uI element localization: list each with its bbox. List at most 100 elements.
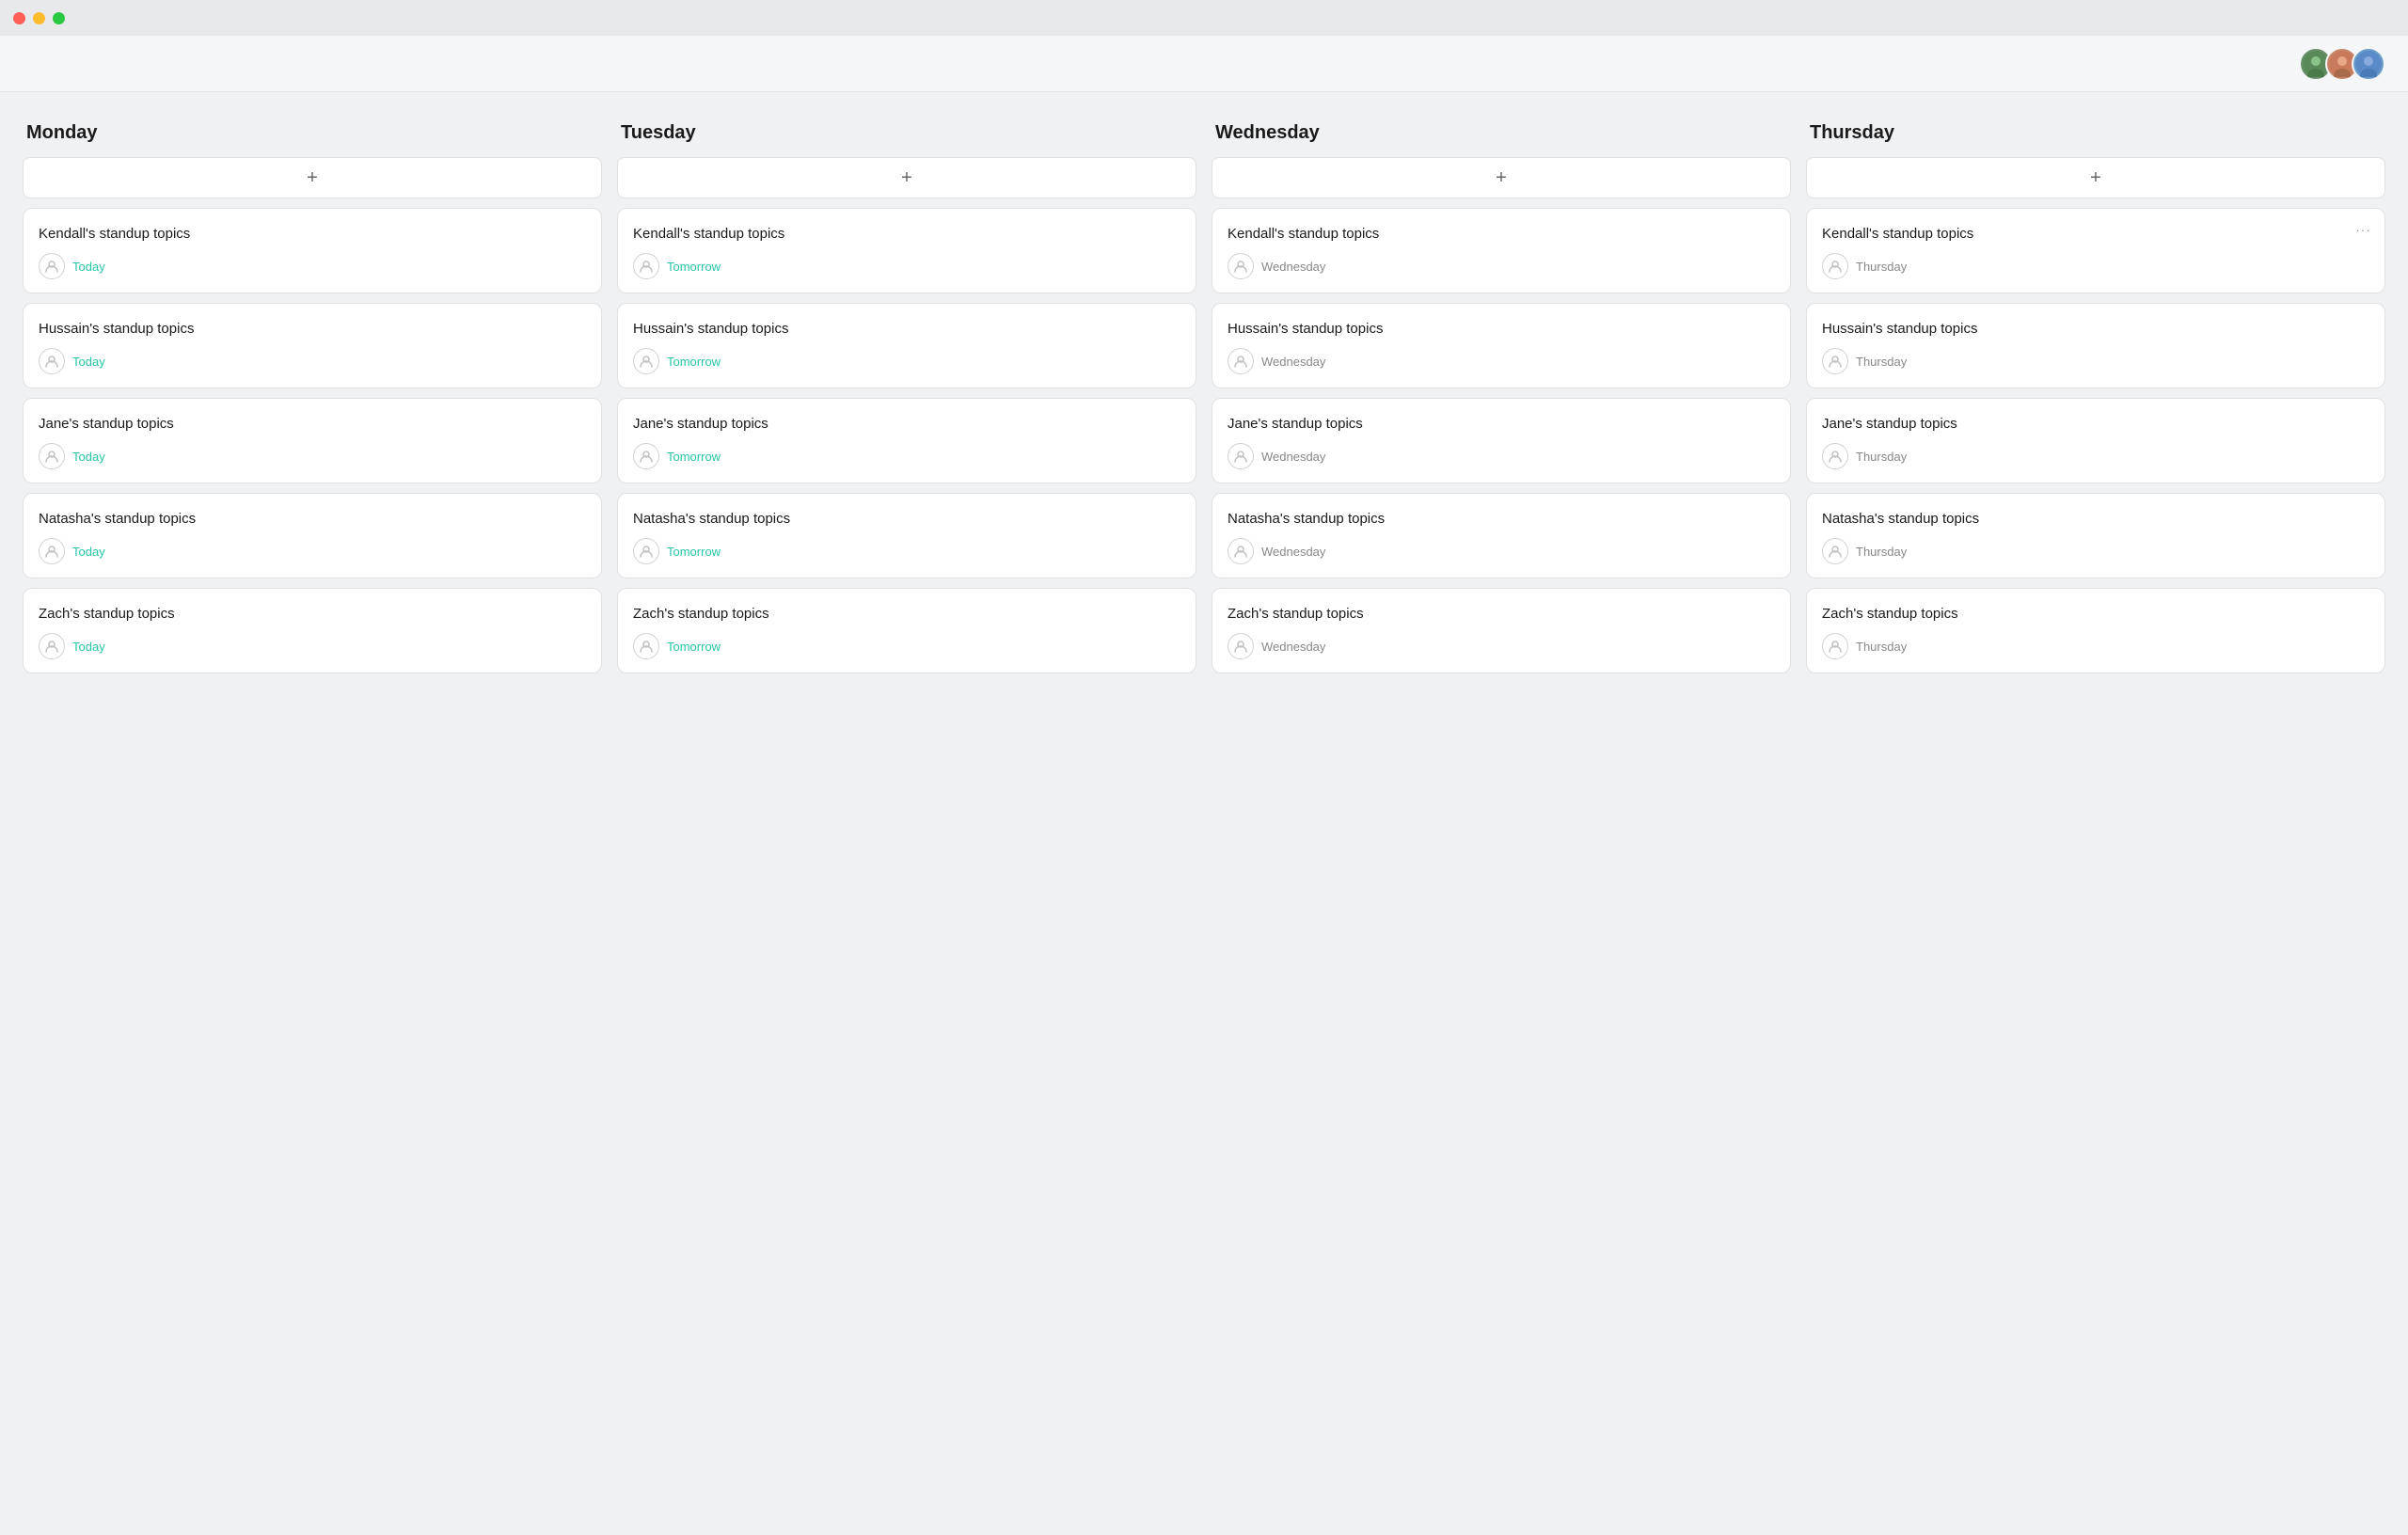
card-more-btn-kendall-thu[interactable]: ··· xyxy=(2355,222,2371,237)
card-zach-mon[interactable]: Zach's standup topics Today xyxy=(23,588,602,673)
card-meta-zach-tue: Tomorrow xyxy=(633,633,1180,659)
card-date-natasha-tue: Tomorrow xyxy=(667,545,721,559)
card-date-natasha-mon: Today xyxy=(72,545,105,559)
column-wednesday: Wednesday + Kendall's standup topics Wedne… xyxy=(1212,122,1791,673)
card-hussain-mon[interactable]: Hussain's standup topics Today xyxy=(23,303,602,388)
card-title-zach-wed: Zach's standup topics xyxy=(1228,606,1775,622)
card-avatar-icon-zach-tue xyxy=(633,633,659,659)
card-meta-hussain-wed: Wednesday xyxy=(1228,348,1775,374)
columns-container: Monday+Kendall's standup topics TodayHus… xyxy=(23,122,2385,673)
card-date-hussain-tue: Tomorrow xyxy=(667,355,721,369)
main-content: Monday+Kendall's standup topics TodayHus… xyxy=(0,92,2408,696)
card-jane-tue[interactable]: Jane's standup topics Tomorrow xyxy=(617,398,1196,483)
card-avatar-icon-natasha-wed xyxy=(1228,538,1254,564)
card-avatar-icon-jane-wed xyxy=(1228,443,1254,469)
card-date-kendall-tue: Tomorrow xyxy=(667,260,721,274)
card-title-zach-thu: Zach's standup topics xyxy=(1822,606,2369,622)
card-kendall-tue[interactable]: Kendall's standup topics Tomorrow xyxy=(617,208,1196,293)
card-hussain-thu[interactable]: Hussain's standup topics Thursday xyxy=(1806,303,2385,388)
title-bar xyxy=(0,0,2408,36)
avatar-3 xyxy=(2352,47,2385,81)
card-date-zach-mon: Today xyxy=(72,640,105,654)
card-avatar-icon-kendall-mon xyxy=(39,253,65,279)
card-meta-natasha-thu: Thursday xyxy=(1822,538,2369,564)
card-title-natasha-thu: Natasha's standup topics xyxy=(1822,511,2369,527)
card-title-hussain-mon: Hussain's standup topics xyxy=(39,321,586,337)
card-meta-zach-thu: Thursday xyxy=(1822,633,2369,659)
card-kendall-mon[interactable]: Kendall's standup topics Today xyxy=(23,208,602,293)
card-hussain-tue[interactable]: Hussain's standup topics Tomorrow xyxy=(617,303,1196,388)
card-avatar-icon-hussain-mon xyxy=(39,348,65,374)
card-title-kendall-tue: Kendall's standup topics xyxy=(633,226,1180,242)
card-avatar-icon-zach-wed xyxy=(1228,633,1254,659)
traffic-light-close[interactable] xyxy=(13,12,25,24)
card-jane-thu[interactable]: Jane's standup topics Thursday xyxy=(1806,398,2385,483)
card-natasha-tue[interactable]: Natasha's standup topics Tomorrow xyxy=(617,493,1196,578)
column-thursday: Thursday + Kendall's standup topics Thursd… xyxy=(1806,122,2385,673)
card-title-natasha-mon: Natasha's standup topics xyxy=(39,511,586,527)
card-title-hussain-wed: Hussain's standup topics xyxy=(1228,321,1775,337)
card-avatar-icon-hussain-wed xyxy=(1228,348,1254,374)
card-jane-mon[interactable]: Jane's standup topics Today xyxy=(23,398,602,483)
card-hussain-wed[interactable]: Hussain's standup topics Wednesday xyxy=(1212,303,1791,388)
card-zach-tue[interactable]: Zach's standup topics Tomorrow xyxy=(617,588,1196,673)
card-meta-kendall-wed: Wednesday xyxy=(1228,253,1775,279)
card-title-jane-thu: Jane's standup topics xyxy=(1822,416,2369,432)
card-date-natasha-thu: Thursday xyxy=(1856,545,1907,559)
card-title-hussain-tue: Hussain's standup topics xyxy=(633,321,1180,337)
card-meta-natasha-wed: Wednesday xyxy=(1228,538,1775,564)
card-date-hussain-mon: Today xyxy=(72,355,105,369)
app-header xyxy=(0,36,2408,92)
card-title-hussain-thu: Hussain's standup topics xyxy=(1822,321,2369,337)
add-card-btn-tuesday[interactable]: + xyxy=(617,157,1196,198)
card-title-kendall-thu: Kendall's standup topics xyxy=(1822,226,2369,242)
card-meta-jane-wed: Wednesday xyxy=(1228,443,1775,469)
card-title-jane-mon: Jane's standup topics xyxy=(39,416,586,432)
add-card-btn-monday[interactable]: + xyxy=(23,157,602,198)
traffic-light-maximize[interactable] xyxy=(53,12,65,24)
card-date-jane-tue: Tomorrow xyxy=(667,450,721,464)
card-natasha-mon[interactable]: Natasha's standup topics Today xyxy=(23,493,602,578)
card-zach-thu[interactable]: Zach's standup topics Thursday xyxy=(1806,588,2385,673)
cards-list-monday: Kendall's standup topics TodayHussain's … xyxy=(23,208,602,673)
card-meta-natasha-tue: Tomorrow xyxy=(633,538,1180,564)
card-title-kendall-mon: Kendall's standup topics xyxy=(39,226,586,242)
card-natasha-thu[interactable]: Natasha's standup topics Thursday xyxy=(1806,493,2385,578)
avatars-group xyxy=(2299,47,2385,81)
card-avatar-icon-hussain-tue xyxy=(633,348,659,374)
card-date-hussain-thu: Thursday xyxy=(1856,355,1907,369)
card-title-jane-tue: Jane's standup topics xyxy=(633,416,1180,432)
card-zach-wed[interactable]: Zach's standup topics Wednesday xyxy=(1212,588,1791,673)
add-card-btn-thursday[interactable]: + xyxy=(1806,157,2385,198)
add-card-btn-wednesday[interactable]: + xyxy=(1212,157,1791,198)
card-meta-hussain-tue: Tomorrow xyxy=(633,348,1180,374)
column-header-monday: Monday xyxy=(23,122,602,144)
card-meta-jane-tue: Tomorrow xyxy=(633,443,1180,469)
cards-list-tuesday: Kendall's standup topics TomorrowHussain… xyxy=(617,208,1196,673)
card-avatar-icon-zach-thu xyxy=(1822,633,1848,659)
card-date-kendall-wed: Wednesday xyxy=(1261,260,1325,274)
card-avatar-icon-natasha-thu xyxy=(1822,538,1848,564)
card-title-kendall-wed: Kendall's standup topics xyxy=(1228,226,1775,242)
card-meta-kendall-thu: Thursday xyxy=(1822,253,2369,279)
card-avatar-icon-kendall-tue xyxy=(633,253,659,279)
card-kendall-wed[interactable]: Kendall's standup topics Wednesday xyxy=(1212,208,1791,293)
column-header-thursday: Thursday xyxy=(1806,122,2385,144)
card-avatar-icon-jane-tue xyxy=(633,443,659,469)
cards-list-thursday: Kendall's standup topics Thursday ··· Huss… xyxy=(1806,208,2385,673)
card-avatar-icon-jane-thu xyxy=(1822,443,1848,469)
card-date-jane-wed: Wednesday xyxy=(1261,450,1325,464)
card-meta-jane-thu: Thursday xyxy=(1822,443,2369,469)
card-avatar-icon-hussain-thu xyxy=(1822,348,1848,374)
column-header-wednesday: Wednesday xyxy=(1212,122,1791,144)
card-natasha-wed[interactable]: Natasha's standup topics Wednesday xyxy=(1212,493,1791,578)
card-kendall-thu[interactable]: Kendall's standup topics Thursday ··· xyxy=(1806,208,2385,293)
card-meta-natasha-mon: Today xyxy=(39,538,586,564)
card-title-natasha-wed: Natasha's standup topics xyxy=(1228,511,1775,527)
card-meta-kendall-tue: Tomorrow xyxy=(633,253,1180,279)
card-title-jane-wed: Jane's standup topics xyxy=(1228,416,1775,432)
card-date-natasha-wed: Wednesday xyxy=(1261,545,1325,559)
card-avatar-icon-kendall-thu xyxy=(1822,253,1848,279)
card-jane-wed[interactable]: Jane's standup topics Wednesday xyxy=(1212,398,1791,483)
traffic-light-minimize[interactable] xyxy=(33,12,45,24)
